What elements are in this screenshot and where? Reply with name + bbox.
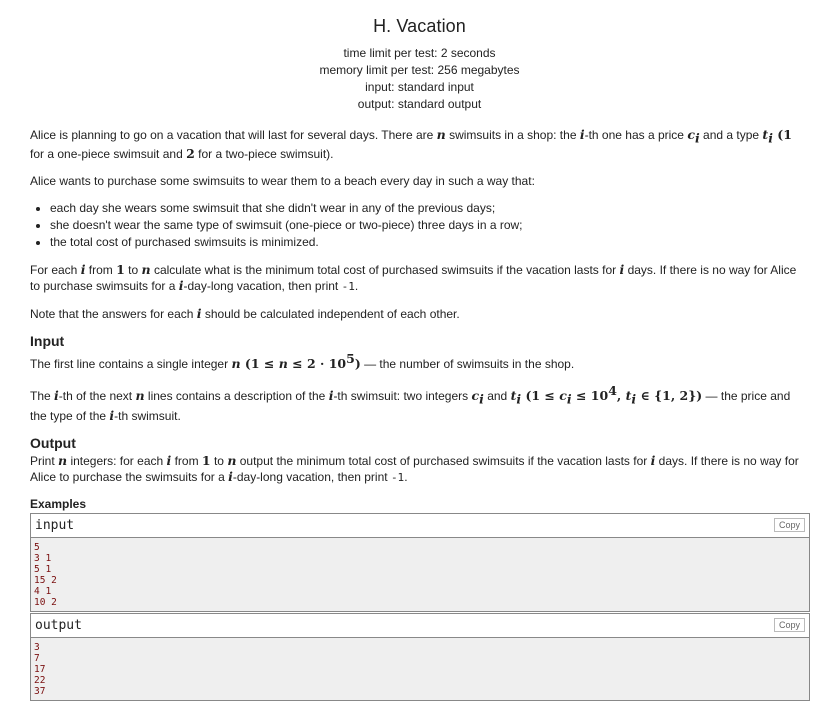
input-line: 4 1: [34, 585, 52, 597]
copy-output-button[interactable]: Copy: [773, 617, 805, 632]
input-line: 5 1: [34, 563, 52, 575]
examples-title: Examples: [30, 496, 87, 511]
input-line-2: The i-th of the next n lines contains a …: [30, 383, 791, 423]
example-input-label: input: [35, 517, 75, 533]
conditions-list: each day she wears some swimsuit that sh…: [30, 200, 809, 251]
problem-header: H. Vacation time limit per test: 2 secon…: [30, 0, 809, 113]
output-line: 7: [34, 652, 40, 664]
time-limit: time limit per test: 2 seconds: [343, 46, 496, 60]
input-file: input: standard input: [365, 80, 474, 94]
statement-paragraph-3: For each i from 1 to n calculate what is…: [30, 262, 797, 294]
statement-paragraph-2: Alice wants to purchase some swimsuits t…: [30, 174, 535, 189]
example-output-box: output Copy 3 7 17 22 37: [30, 612, 810, 701]
list-item: each day she wears some swimsuit that sh…: [50, 200, 809, 217]
problem-page: H. Vacation time limit per test: 2 secon…: [0, 0, 823, 701]
input-line-1: The first line contains a single integer…: [30, 351, 575, 372]
example-output-header: output Copy: [31, 613, 809, 638]
input-line: 5: [34, 541, 40, 553]
examples-section: Examples input Copy 5 3 1 5 1 15 2 4 1 1…: [30, 496, 810, 701]
copy-input-button[interactable]: Copy: [773, 517, 805, 532]
output-line: 37: [34, 685, 46, 697]
output-line: 17: [34, 663, 46, 675]
output-line-1: Print n integers: for each i from 1 to n…: [30, 452, 799, 484]
output-line: 22: [34, 674, 46, 686]
output-section-title: Output: [30, 434, 76, 451]
example-output-label: output: [35, 617, 82, 633]
example-input-box: input Copy 5 3 1 5 1 15 2 4 1 10 2: [30, 512, 810, 612]
example-output-content[interactable]: 3 7 17 22 37: [31, 637, 809, 700]
problem-statement: Alice is planning to go on a vacation th…: [30, 127, 809, 322]
input-line: 15 2: [34, 574, 57, 586]
list-item: the total cost of purchased swimsuits is…: [50, 234, 809, 251]
statement-paragraph-4: Note that the answers for each i should …: [30, 306, 460, 322]
input-section-title: Input: [30, 333, 65, 350]
output-line: 3: [34, 641, 40, 653]
example-input-header: input Copy: [31, 513, 809, 538]
memory-limit: memory limit per test: 256 megabytes: [319, 63, 520, 77]
input-line: 10 2: [34, 596, 57, 608]
input-specification: Input The first line contains a single i…: [30, 333, 809, 423]
list-item: she doesn't wear the same type of swimsu…: [50, 217, 809, 234]
input-line: 3 1: [34, 552, 52, 564]
problem-title: H. Vacation: [373, 16, 466, 36]
output-specification: Output Print n integers: for each i from…: [30, 435, 809, 486]
statement-paragraph-1: Alice is planning to go on a vacation th…: [30, 127, 792, 162]
example-input-content[interactable]: 5 3 1 5 1 15 2 4 1 10 2: [31, 537, 809, 611]
output-file: output: standard output: [357, 97, 482, 111]
